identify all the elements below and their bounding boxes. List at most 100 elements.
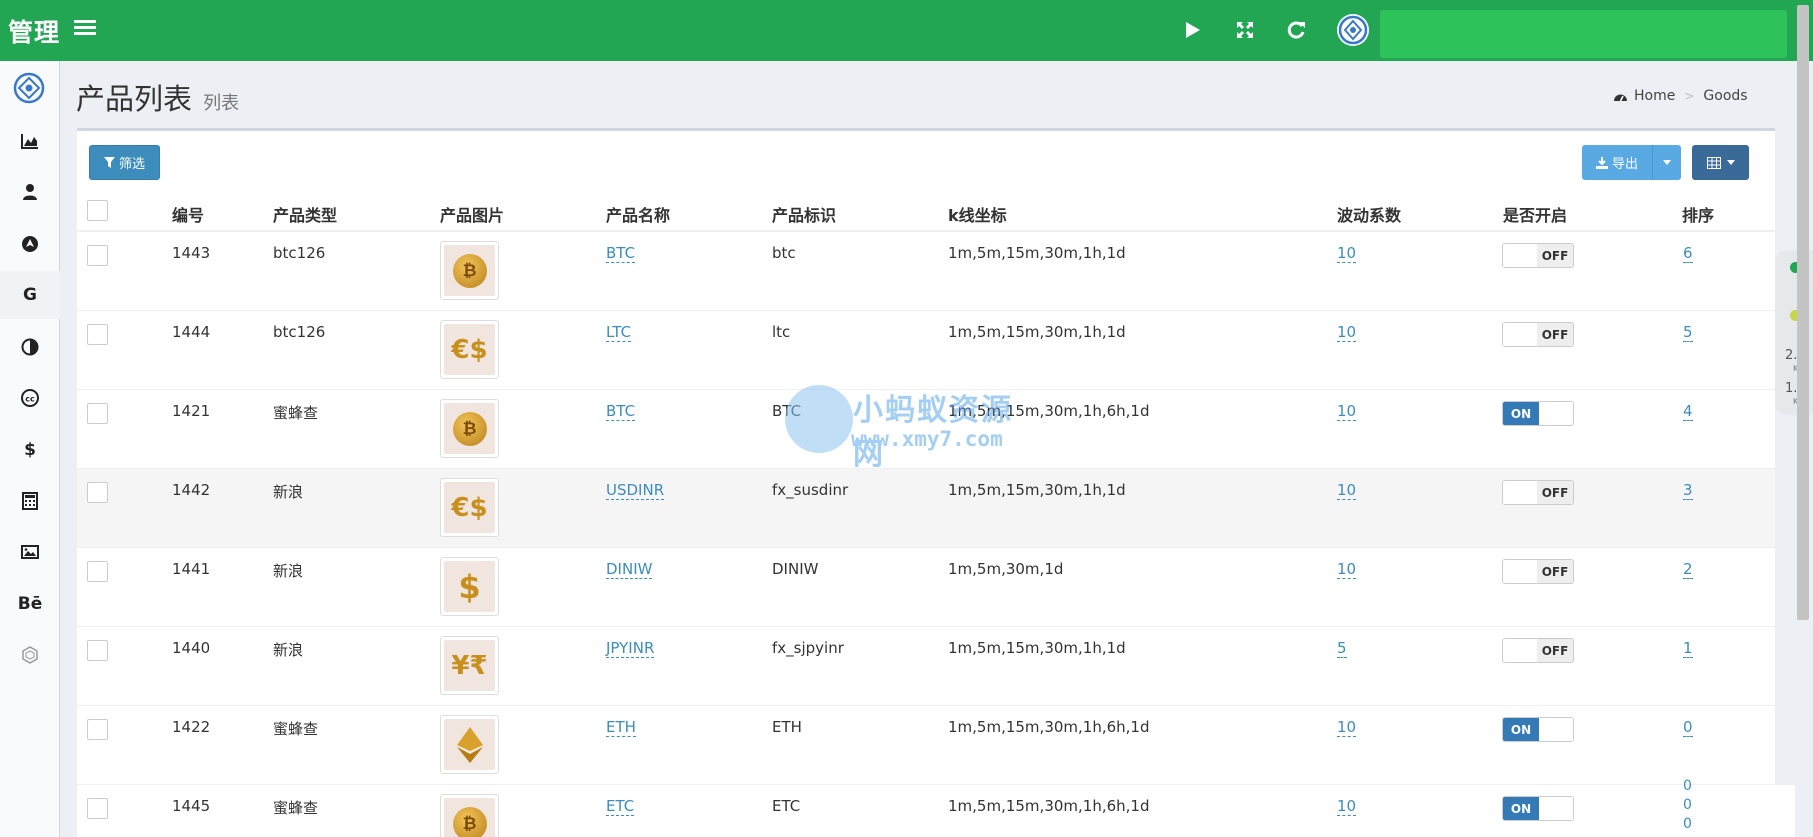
product-image[interactable]: €$: [440, 478, 499, 537]
product-image[interactable]: ₿: [440, 241, 499, 300]
breadcrumb-home[interactable]: Home: [1634, 88, 1675, 104]
cell-name-link[interactable]: JPYINR: [606, 639, 655, 658]
select-all-checkbox[interactable]: [87, 200, 108, 221]
header-symbol[interactable]: 产品标识: [772, 202, 836, 226]
cell-volatility-link[interactable]: 5: [1337, 639, 1347, 658]
sidebar-item-navigate[interactable]: [0, 220, 60, 268]
header-type[interactable]: 产品类型: [273, 202, 337, 226]
contrast-icon: [21, 338, 39, 356]
header-volatility[interactable]: 波动系数: [1337, 202, 1401, 226]
header-image[interactable]: 产品图片: [440, 202, 504, 226]
sidebar-item-goods[interactable]: G: [0, 271, 60, 319]
enabled-toggle[interactable]: OFF: [1502, 243, 1574, 268]
switch-knob: [1503, 639, 1538, 662]
cell-id: 1441: [172, 560, 211, 578]
cell-volatility-link[interactable]: 10: [1337, 560, 1357, 579]
switch-knob: [1503, 560, 1538, 583]
cell-volatility-link[interactable]: 10: [1337, 797, 1357, 816]
refresh-icon[interactable]: [1283, 17, 1309, 43]
enabled-toggle[interactable]: OFF: [1502, 480, 1574, 505]
header-kline[interactable]: k线坐标: [948, 202, 1007, 226]
cell-name-link[interactable]: USDINR: [606, 481, 665, 500]
header-enabled[interactable]: 是否开启: [1503, 202, 1567, 226]
product-image[interactable]: ₿: [440, 399, 499, 458]
cell-kline: 1m,5m,15m,30m,1h,1d: [948, 639, 1126, 657]
enabled-toggle[interactable]: OFF: [1502, 559, 1574, 584]
cell-type: 新浪: [273, 641, 304, 659]
sidebar-item-finance[interactable]: $: [0, 426, 60, 474]
export-button[interactable]: 导出: [1582, 145, 1652, 180]
row-checkbox[interactable]: [87, 324, 108, 345]
sidebar-item-users[interactable]: [0, 168, 60, 216]
bottom-overlay: [1610, 785, 1795, 837]
cell-name-link[interactable]: ETC: [606, 797, 635, 816]
row-checkbox[interactable]: [87, 245, 108, 266]
cell-sort-link[interactable]: 0: [1683, 718, 1693, 737]
product-image[interactable]: ₿: [440, 794, 499, 837]
sidebar-item-behance[interactable]: Bē: [0, 580, 60, 628]
cell-sort-link[interactable]: 6: [1683, 244, 1693, 263]
sort-link[interactable]: 0: [1683, 778, 1692, 794]
enabled-toggle[interactable]: OFF: [1502, 638, 1574, 663]
scrollbar-thumb[interactable]: [1797, 5, 1809, 620]
row-checkbox[interactable]: [87, 798, 108, 819]
cell-name-link[interactable]: BTC: [606, 402, 636, 421]
sidebar-item-contrast[interactable]: [0, 323, 60, 371]
fullscreen-icon[interactable]: [1232, 17, 1258, 43]
export-dropdown-toggle[interactable]: [1652, 145, 1681, 180]
sidebar-item-calculator[interactable]: [0, 477, 60, 525]
table-row: 1441 新浪 $ DINIW DINIW 1m,5m,30m,1d 10 OFF 2: [77, 547, 1775, 626]
cell-volatility-link[interactable]: 10: [1337, 402, 1357, 421]
cell-name-link[interactable]: DINIW: [606, 560, 653, 579]
logo-emblem-icon: [1338, 15, 1368, 45]
row-checkbox[interactable]: [87, 640, 108, 661]
top-navbar: 管理: [0, 0, 1813, 61]
cell-type: btc126: [273, 244, 326, 262]
cell-volatility-link[interactable]: 10: [1337, 718, 1357, 737]
cell-sort-link[interactable]: 1: [1683, 639, 1693, 658]
sort-link[interactable]: 0: [1683, 797, 1692, 813]
cell-name-link[interactable]: ETH: [606, 718, 636, 737]
hamburger-icon[interactable]: [74, 17, 96, 41]
cell-sort-link[interactable]: 5: [1683, 323, 1693, 342]
cell-volatility-link[interactable]: 10: [1337, 481, 1357, 500]
sidebar-item-cc[interactable]: cc: [0, 374, 60, 422]
row-checkbox[interactable]: [87, 719, 108, 740]
product-image[interactable]: $: [440, 557, 499, 616]
cell-name-link[interactable]: BTC: [606, 244, 636, 263]
cell-volatility-link[interactable]: 10: [1337, 323, 1357, 342]
header-id[interactable]: 编号: [172, 202, 204, 226]
header-sort[interactable]: 排序: [1682, 202, 1714, 226]
brand-logo-icon[interactable]: [12, 71, 46, 105]
sidebar-item-hexagon[interactable]: [0, 631, 60, 679]
enabled-toggle[interactable]: ON: [1502, 401, 1574, 426]
user-avatar[interactable]: [1337, 14, 1369, 46]
sidebar-item-dashboard[interactable]: [0, 117, 60, 165]
euro-dollar-icon: €$: [451, 334, 488, 365]
enabled-toggle[interactable]: ON: [1502, 796, 1574, 821]
enabled-toggle[interactable]: ON: [1502, 717, 1574, 742]
cell-id: 1421: [172, 402, 211, 420]
columns-dropdown-button[interactable]: [1692, 145, 1749, 180]
app-logo[interactable]: 管理: [8, 13, 60, 49]
cell-sort-link[interactable]: 2: [1683, 560, 1693, 579]
row-checkbox[interactable]: [87, 403, 108, 424]
cell-name-link[interactable]: LTC: [606, 323, 632, 342]
cell-sort-link[interactable]: 4: [1683, 402, 1693, 421]
product-image[interactable]: ¥₹: [440, 636, 499, 695]
sidebar-item-images[interactable]: [0, 528, 60, 576]
filter-button[interactable]: 筛选: [89, 145, 160, 180]
product-image[interactable]: €$: [440, 320, 499, 379]
product-image[interactable]: [440, 715, 499, 774]
play-icon[interactable]: [1179, 17, 1205, 43]
row-checkbox[interactable]: [87, 561, 108, 582]
cell-sort-link[interactable]: 3: [1683, 481, 1693, 500]
page-scrollbar[interactable]: [1795, 0, 1813, 837]
row-checkbox[interactable]: [87, 482, 108, 503]
header-name[interactable]: 产品名称: [606, 202, 670, 226]
user-menu[interactable]: [1380, 10, 1787, 58]
enabled-toggle[interactable]: OFF: [1502, 322, 1574, 347]
cell-volatility-link[interactable]: 10: [1337, 244, 1357, 263]
cc-icon: cc: [21, 389, 39, 407]
sort-link[interactable]: 0: [1683, 816, 1692, 832]
